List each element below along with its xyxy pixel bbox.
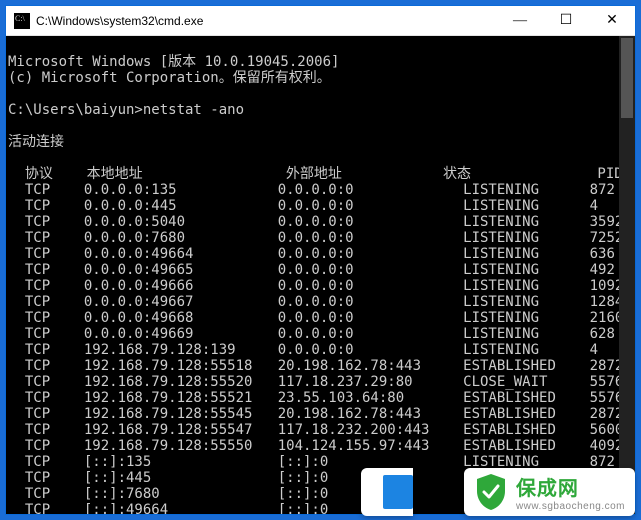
banner-line: (c) Microsoft Corporation。保留所有权利。 xyxy=(8,70,331,86)
watermark-tab xyxy=(361,468,413,516)
minimize-button[interactable]: — xyxy=(497,6,543,35)
cmd-window: C:\Windows\system32\cmd.exe — ☐ ✕ Micros… xyxy=(5,5,636,515)
scrollbar-thumb[interactable] xyxy=(621,38,633,118)
shield-icon xyxy=(474,473,508,511)
banner-line: Microsoft Windows [版本 10.0.19045.2006] xyxy=(8,54,339,70)
table-header: 协议 本地地址 外部地址 状态 PID xyxy=(8,166,623,182)
section-title: 活动连接 xyxy=(8,134,64,150)
watermark-brand: 保成网 xyxy=(516,472,625,501)
titlebar[interactable]: C:\Windows\system32\cmd.exe — ☐ ✕ xyxy=(6,6,635,36)
console-output[interactable]: Microsoft Windows [版本 10.0.19045.2006] (… xyxy=(6,36,635,514)
scrollbar[interactable] xyxy=(619,36,635,514)
command-text: netstat -ano xyxy=(143,102,244,118)
table-body: TCP 0.0.0.0:135 0.0.0.0:0 LISTENING 872 … xyxy=(8,182,623,514)
watermark: 保成网 www.sgbaocheng.com xyxy=(464,468,635,516)
maximize-button[interactable]: ☐ xyxy=(543,6,589,35)
watermark-url: www.sgbaocheng.com xyxy=(516,501,625,512)
cmd-icon xyxy=(14,13,30,29)
watermark-square-icon xyxy=(383,475,413,509)
prompt: C:\Users\baiyun> xyxy=(8,102,143,118)
window-title: C:\Windows\system32\cmd.exe xyxy=(36,14,497,28)
close-button[interactable]: ✕ xyxy=(589,6,635,35)
